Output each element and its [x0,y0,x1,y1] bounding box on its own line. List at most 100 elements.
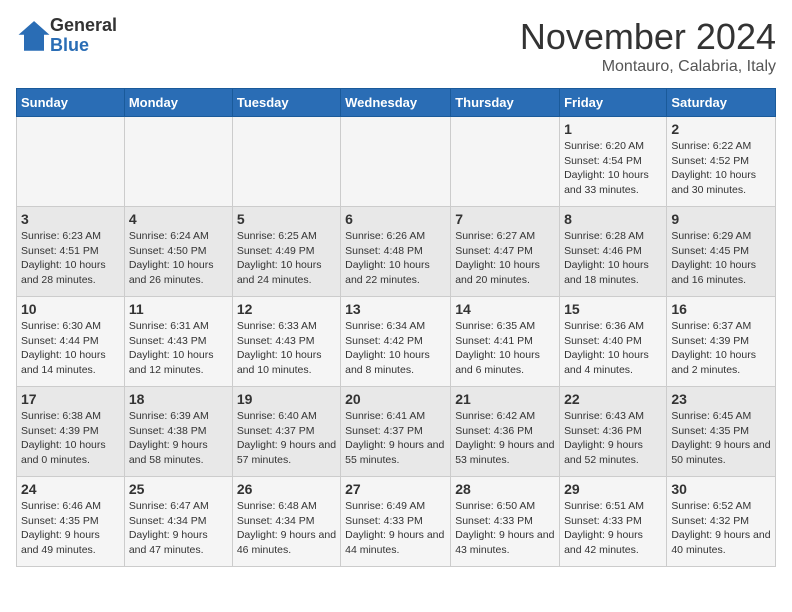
day-number: 6 [345,211,446,227]
calendar-cell: 17 Sunrise: 6:38 AM Sunset: 4:39 PM Dayli… [17,387,125,477]
day-of-week-header: Sunday [17,89,125,117]
calendar-week-row: 1Sunrise: 6:20 AM Sunset: 4:54 PM Daylig… [17,117,776,207]
calendar-cell: 15Sunrise: 6:36 AM Sunset: 4:40 PM Dayli… [560,297,667,387]
day-number: 8 [564,211,662,227]
day-info: Sunrise: 6:30 AM Sunset: 4:44 PM Dayligh… [21,319,120,378]
calendar-cell: 20 Sunrise: 6:41 AM Sunset: 4:37 PM Dayli… [341,387,451,477]
day-number: 5 [237,211,336,227]
day-info: Sunrise: 6:40 AM Sunset: 4:37 PM Dayligh… [237,409,336,468]
day-info: Sunrise: 6:47 AM Sunset: 4:34 PM Dayligh… [129,499,228,558]
day-info: Sunrise: 6:45 AM Sunset: 4:35 PM Dayligh… [671,409,771,468]
day-info: Sunrise: 6:35 AM Sunset: 4:41 PM Dayligh… [455,319,555,378]
calendar-cell: 30Sunrise: 6:52 AM Sunset: 4:32 PM Dayli… [667,477,776,567]
day-info: Sunrise: 6:33 AM Sunset: 4:43 PM Dayligh… [237,319,336,378]
day-number: 24 [21,481,120,497]
day-number: 7 [455,211,555,227]
day-number: 19 [237,391,336,407]
calendar-cell: 22 Sunrise: 6:43 AM Sunset: 4:36 PM Dayli… [560,387,667,477]
day-number: 2 [671,121,771,137]
day-of-week-header: Saturday [667,89,776,117]
logo-general: General [50,16,117,36]
day-info: Sunrise: 6:50 AM Sunset: 4:33 PM Dayligh… [455,499,555,558]
day-number: 22 [564,391,662,407]
day-of-week-header: Tuesday [232,89,340,117]
calendar-cell: 24 Sunrise: 6:46 AM Sunset: 4:35 PM Dayli… [17,477,125,567]
day-of-week-header: Thursday [451,89,560,117]
calendar-cell: 28Sunrise: 6:50 AM Sunset: 4:33 PM Dayli… [451,477,560,567]
calendar-cell: 19 Sunrise: 6:40 AM Sunset: 4:37 PM Dayli… [232,387,340,477]
calendar-cell: 4 Sunrise: 6:24 AM Sunset: 4:50 PM Daylig… [124,207,232,297]
day-number: 18 [129,391,228,407]
calendar-cell [341,117,451,207]
day-number: 12 [237,301,336,317]
logo-icon [18,20,50,52]
day-info: Sunrise: 6:29 AM Sunset: 4:45 PM Dayligh… [671,229,771,288]
day-info: Sunrise: 6:34 AM Sunset: 4:42 PM Dayligh… [345,319,446,378]
calendar-cell: 10 Sunrise: 6:30 AM Sunset: 4:44 PM Dayli… [17,297,125,387]
day-number: 10 [21,301,120,317]
day-info: Sunrise: 6:22 AM Sunset: 4:52 PM Dayligh… [671,139,771,198]
logo-text: General Blue [50,16,117,56]
day-number: 17 [21,391,120,407]
title-section: November 2024 Montauro, Calabria, Italy [520,16,776,76]
calendar-cell: 16 Sunrise: 6:37 AM Sunset: 4:39 PM Dayli… [667,297,776,387]
day-info: Sunrise: 6:24 AM Sunset: 4:50 PM Dayligh… [129,229,228,288]
calendar-cell: 9 Sunrise: 6:29 AM Sunset: 4:45 PM Daylig… [667,207,776,297]
day-info: Sunrise: 6:20 AM Sunset: 4:54 PM Dayligh… [564,139,662,198]
calendar-cell [17,117,125,207]
day-info: Sunrise: 6:43 AM Sunset: 4:36 PM Dayligh… [564,409,662,468]
calendar-week-row: 24 Sunrise: 6:46 AM Sunset: 4:35 PM Dayli… [17,477,776,567]
calendar-cell: 26 Sunrise: 6:48 AM Sunset: 4:34 PM Dayli… [232,477,340,567]
day-info: Sunrise: 6:49 AM Sunset: 4:33 PM Dayligh… [345,499,446,558]
calendar-table: SundayMondayTuesdayWednesdayThursdayFrid… [16,88,776,567]
calendar-cell: 6 Sunrise: 6:26 AM Sunset: 4:48 PM Daylig… [341,207,451,297]
calendar-cell: 7 Sunrise: 6:27 AM Sunset: 4:47 PM Daylig… [451,207,560,297]
day-info: Sunrise: 6:39 AM Sunset: 4:38 PM Dayligh… [129,409,228,468]
day-info: Sunrise: 6:27 AM Sunset: 4:47 PM Dayligh… [455,229,555,288]
calendar-cell [124,117,232,207]
logo: General Blue [16,16,117,56]
day-number: 29 [564,481,662,497]
calendar-cell [451,117,560,207]
day-info: Sunrise: 6:37 AM Sunset: 4:39 PM Dayligh… [671,319,771,378]
calendar-cell: 13 Sunrise: 6:34 AM Sunset: 4:42 PM Dayli… [341,297,451,387]
day-info: Sunrise: 6:23 AM Sunset: 4:51 PM Dayligh… [21,229,120,288]
calendar-cell: 29 Sunrise: 6:51 AM Sunset: 4:33 PM Dayli… [560,477,667,567]
calendar-week-row: 10 Sunrise: 6:30 AM Sunset: 4:44 PM Dayli… [17,297,776,387]
location-subtitle: Montauro, Calabria, Italy [520,58,776,76]
day-info: Sunrise: 6:48 AM Sunset: 4:34 PM Dayligh… [237,499,336,558]
page-header: General Blue November 2024 Montauro, Cal… [16,16,776,76]
logo-blue: Blue [50,36,117,56]
day-info: Sunrise: 6:38 AM Sunset: 4:39 PM Dayligh… [21,409,120,468]
day-number: 4 [129,211,228,227]
day-info: Sunrise: 6:51 AM Sunset: 4:33 PM Dayligh… [564,499,662,558]
calendar-cell: 5Sunrise: 6:25 AM Sunset: 4:49 PM Daylig… [232,207,340,297]
day-number: 16 [671,301,771,317]
calendar-cell: 25 Sunrise: 6:47 AM Sunset: 4:34 PM Dayli… [124,477,232,567]
day-number: 20 [345,391,446,407]
day-number: 26 [237,481,336,497]
calendar-cell: 12 Sunrise: 6:33 AM Sunset: 4:43 PM Dayli… [232,297,340,387]
calendar-cell: 3Sunrise: 6:23 AM Sunset: 4:51 PM Daylig… [17,207,125,297]
day-of-week-header: Friday [560,89,667,117]
day-info: Sunrise: 6:31 AM Sunset: 4:43 PM Dayligh… [129,319,228,378]
day-info: Sunrise: 6:36 AM Sunset: 4:40 PM Dayligh… [564,319,662,378]
day-number: 11 [129,301,228,317]
day-number: 25 [129,481,228,497]
day-number: 21 [455,391,555,407]
calendar-cell: 2 Sunrise: 6:22 AM Sunset: 4:52 PM Daylig… [667,117,776,207]
calendar-cell: 8 Sunrise: 6:28 AM Sunset: 4:46 PM Daylig… [560,207,667,297]
calendar-cell [232,117,340,207]
calendar-cell: 21Sunrise: 6:42 AM Sunset: 4:36 PM Dayli… [451,387,560,477]
day-number: 13 [345,301,446,317]
day-number: 9 [671,211,771,227]
day-info: Sunrise: 6:46 AM Sunset: 4:35 PM Dayligh… [21,499,120,558]
day-info: Sunrise: 6:41 AM Sunset: 4:37 PM Dayligh… [345,409,446,468]
calendar-cell: 11 Sunrise: 6:31 AM Sunset: 4:43 PM Dayli… [124,297,232,387]
day-of-week-header: Monday [124,89,232,117]
day-info: Sunrise: 6:26 AM Sunset: 4:48 PM Dayligh… [345,229,446,288]
day-number: 30 [671,481,771,497]
day-number: 27 [345,481,446,497]
calendar-week-row: 17 Sunrise: 6:38 AM Sunset: 4:39 PM Dayli… [17,387,776,477]
day-info: Sunrise: 6:28 AM Sunset: 4:46 PM Dayligh… [564,229,662,288]
